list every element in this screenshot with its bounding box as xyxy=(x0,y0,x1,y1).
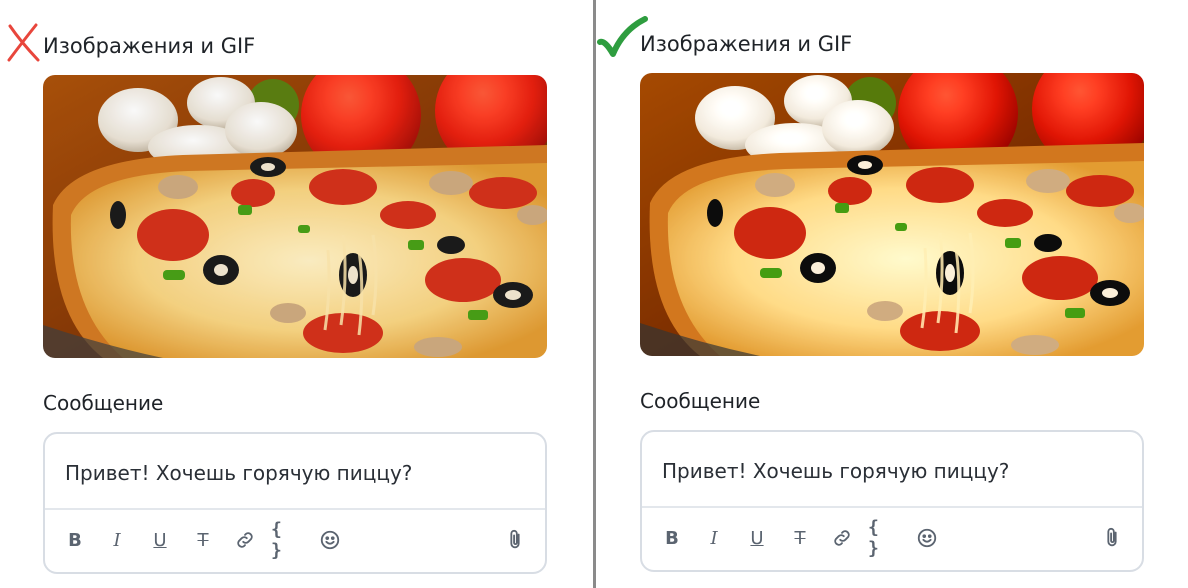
section-title: Изображения и GIF xyxy=(43,34,256,58)
composer-divider xyxy=(642,506,1142,508)
message-composer[interactable]: Привет! Хочешь горячую пиццу? B I U T { … xyxy=(43,432,547,574)
attachment-icon[interactable] xyxy=(499,524,531,556)
formatting-toolbar: B I U T { } xyxy=(656,517,1128,559)
correct-example-panel: Изображения и GIF Сообщение Привет! Хоче… xyxy=(597,0,1187,588)
italic-button[interactable]: I xyxy=(698,522,730,554)
attached-image[interactable] xyxy=(640,73,1144,356)
bold-button[interactable]: B xyxy=(656,522,688,554)
link-icon[interactable] xyxy=(826,522,858,554)
italic-button[interactable]: I xyxy=(101,524,133,556)
strikethrough-button[interactable]: T xyxy=(784,522,816,554)
underline-button[interactable]: U xyxy=(741,522,773,554)
pizza-image xyxy=(640,73,1144,356)
panel-divider xyxy=(593,0,596,588)
section-title: Изображения и GIF xyxy=(640,32,853,56)
incorrect-example-panel: Изображения и GIF Сообщение Привет! Хоче… xyxy=(0,0,590,588)
bold-button[interactable]: B xyxy=(59,524,91,556)
message-label: Сообщение xyxy=(43,391,164,415)
message-composer[interactable]: Привет! Хочешь горячую пиццу? B I U T { … xyxy=(640,430,1144,572)
message-label: Сообщение xyxy=(640,389,761,413)
message-input[interactable]: Привет! Хочешь горячую пиццу? xyxy=(65,461,412,485)
code-button[interactable]: { } xyxy=(271,519,303,561)
attachment-icon[interactable] xyxy=(1096,522,1128,554)
red-cross-icon xyxy=(7,23,40,62)
underline-button[interactable]: U xyxy=(144,524,176,556)
emoji-icon[interactable] xyxy=(314,524,346,556)
link-icon[interactable] xyxy=(229,524,261,556)
code-button[interactable]: { } xyxy=(868,517,900,559)
emoji-icon[interactable] xyxy=(911,522,943,554)
strikethrough-button[interactable]: T xyxy=(187,524,219,556)
message-input[interactable]: Привет! Хочешь горячую пиццу? xyxy=(662,459,1009,483)
formatting-toolbar: B I U T { } xyxy=(59,519,531,561)
pizza-image xyxy=(43,75,547,358)
attached-image[interactable] xyxy=(43,75,547,358)
composer-divider xyxy=(45,508,545,510)
